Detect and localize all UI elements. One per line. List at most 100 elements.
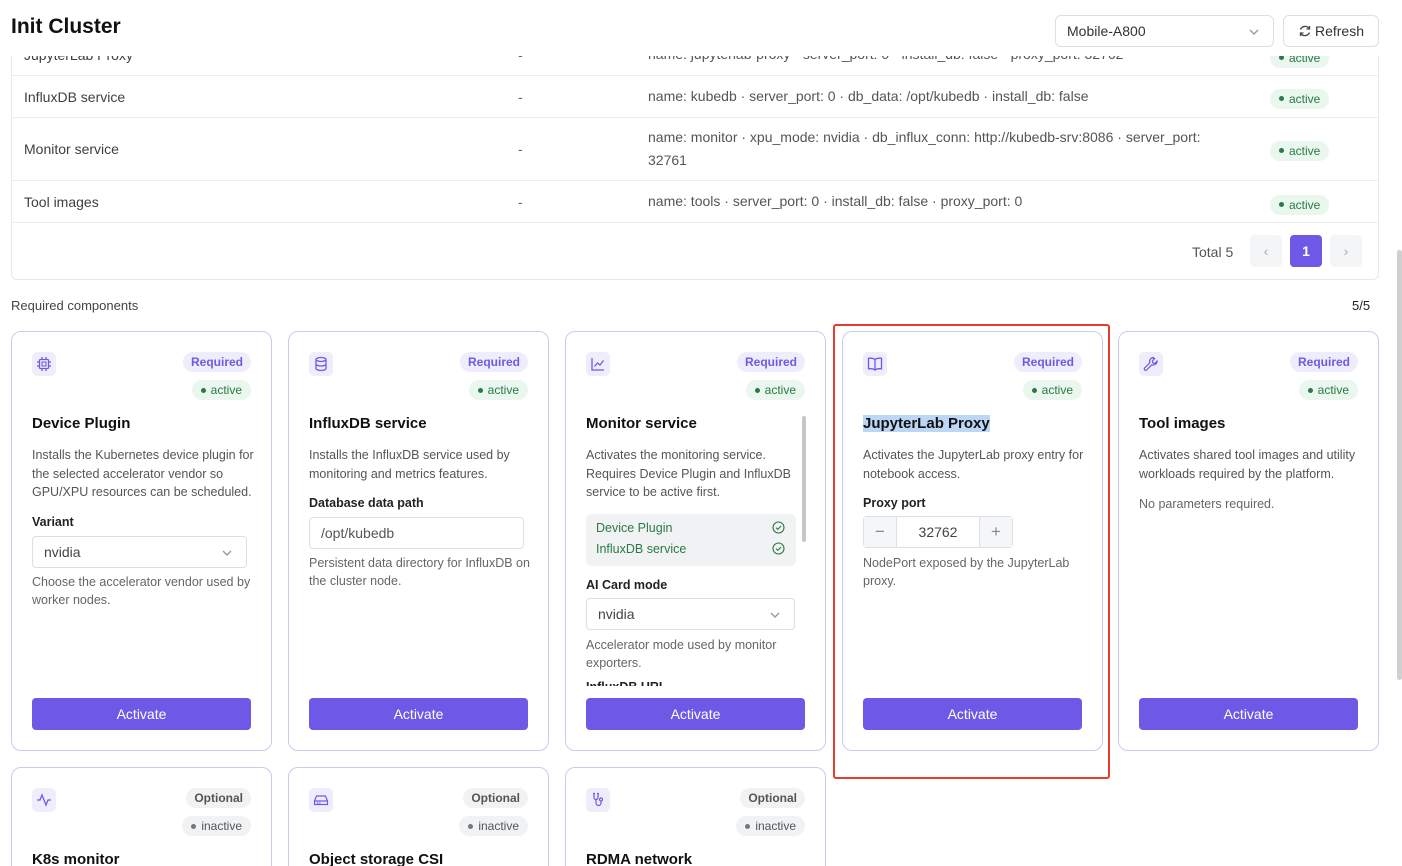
ai-card-mode-select[interactable]: nvidia (586, 598, 795, 630)
page-header: Init Cluster Mobile-A800 Refresh (0, 0, 1402, 56)
required-badge: Required (459, 352, 528, 372)
page-scrollbar[interactable] (1397, 250, 1402, 680)
refresh-label: Refresh (1314, 23, 1365, 39)
status-badge: inactive (459, 816, 528, 836)
status-badge: active (1298, 380, 1358, 400)
optional-badge: Optional (186, 788, 251, 808)
status-badge: inactive (182, 816, 251, 836)
card-rdma-network: Optional inactive RDMA network (565, 767, 826, 866)
wrench-icon (1139, 352, 1163, 376)
row-name: Tool images (24, 194, 99, 210)
activate-button[interactable]: Activate (1139, 698, 1358, 730)
activate-button[interactable]: Activate (309, 698, 528, 730)
next-page-button[interactable]: › (1330, 235, 1362, 267)
proxy-port-label: Proxy port (863, 496, 926, 510)
optional-badge: Optional (463, 788, 528, 808)
refresh-button[interactable]: Refresh (1283, 15, 1379, 47)
cluster-select[interactable]: Mobile-A800 (1055, 15, 1274, 47)
book-icon (863, 352, 887, 376)
card-title: Monitor service (586, 415, 697, 432)
variant-help: Choose the accelerator vendor used by wo… (32, 575, 251, 607)
status-badge: inactive (736, 816, 805, 836)
card-description: Activates shared tool images and utility… (1139, 448, 1356, 481)
ai-card-mode-help: Accelerator mode used by monitor exporte… (586, 638, 777, 670)
activate-button[interactable]: Activate (863, 698, 1082, 730)
card-scrollbar[interactable] (802, 416, 806, 542)
card-description: Activates the monitoring service. Requir… (586, 448, 791, 499)
required-badge: Required (736, 352, 805, 372)
row-params: name: monitor · xpu_mode: nvidia · db_in… (648, 129, 1201, 168)
influxdb-url-label: InfluxDB URL (586, 680, 667, 686)
variant-label: Variant (32, 515, 74, 529)
decrement-button[interactable]: − (864, 517, 896, 547)
status-badge: active (1022, 380, 1082, 400)
required-badge: Required (1013, 352, 1082, 372)
card-description: Installs the Kubernetes device plugin fo… (32, 448, 254, 499)
variant-select[interactable]: nvidia (32, 536, 247, 568)
status-badge: active (468, 380, 528, 400)
card-title: JupyterLab Proxy (863, 415, 990, 432)
variant-value: nvidia (44, 544, 81, 560)
components-table: JupyterLab Proxy - name: jupyterlab-prox… (11, 34, 1379, 280)
dependency-item: InfluxDB service (596, 542, 687, 556)
dependency-item: Device Plugin (596, 521, 673, 535)
card-influxdb-service: Required active InfluxDB service Install… (288, 331, 549, 751)
card-title: InfluxDB service (309, 415, 427, 432)
card-title: Device Plugin (32, 415, 131, 432)
storage-icon (309, 788, 333, 812)
pulse-icon (32, 788, 56, 812)
data-path-input[interactable] (309, 517, 524, 549)
data-path-help: Persistent data directory for InfluxDB o… (309, 556, 530, 588)
row-params: name: tools · server_port: 0 · install_d… (648, 193, 1023, 209)
increment-button[interactable]: + (980, 517, 1012, 547)
card-title: Object storage CSI (309, 851, 444, 866)
card-k8s-monitor: Optional inactive K8s monitor (11, 767, 272, 866)
card-monitor-service: Required active Monitor service Activate… (565, 331, 826, 751)
chevron-down-icon (770, 612, 780, 618)
table-row[interactable]: Monitor service - name: monitor · xpu_mo… (12, 118, 1378, 181)
row-name: InfluxDB service (24, 89, 126, 105)
card-title: K8s monitor (32, 851, 120, 866)
table-row[interactable]: Tool images - name: tools · server_port:… (12, 181, 1378, 223)
row-version: - (518, 141, 523, 157)
check-circle-icon (772, 542, 785, 555)
card-object-storage-csi: Optional inactive Object storage CSI (288, 767, 549, 866)
card-description: Installs the InfluxDB service used by mo… (309, 448, 510, 481)
prev-page-button[interactable]: ‹ (1250, 235, 1282, 267)
status-badge: active (1270, 140, 1330, 161)
activate-button[interactable]: Activate (586, 698, 805, 730)
chip-icon (32, 352, 56, 376)
chevron-down-icon (1249, 29, 1259, 35)
page-1-button[interactable]: 1 (1290, 235, 1322, 267)
card-title: Tool images (1139, 415, 1226, 432)
no-params-note: No parameters required. (1139, 497, 1275, 511)
status-badge: active (1270, 88, 1330, 109)
cluster-select-value: Mobile-A800 (1067, 23, 1146, 39)
activate-button[interactable]: Activate (32, 698, 251, 730)
proxy-port-stepper: − 32762 + (863, 516, 1013, 548)
data-path-label: Database data path (309, 496, 424, 510)
proxy-port-help: NodePort exposed by the JupyterLab proxy… (863, 556, 1070, 588)
card-jupyterlab-proxy: Required active JupyterLab Proxy Activat… (842, 331, 1103, 751)
pagination-total: Total 5 (1192, 244, 1234, 260)
row-version: - (518, 89, 523, 105)
chart-icon (586, 352, 610, 376)
status-badge: active (191, 380, 251, 400)
card-tool-images: Required active Tool images Activates sh… (1118, 331, 1379, 751)
check-circle-icon (772, 521, 785, 534)
required-badge: Required (1289, 352, 1358, 372)
database-icon (309, 352, 333, 376)
card-title: RDMA network (586, 851, 693, 866)
table-row[interactable]: InfluxDB service - name: kubedb · server… (12, 76, 1378, 118)
refresh-icon (1299, 25, 1311, 37)
card-description: Activates the JupyterLab proxy entry for… (863, 448, 1084, 481)
proxy-port-input[interactable]: 32762 (896, 517, 980, 547)
chevron-down-icon (222, 550, 232, 556)
ai-card-mode-label: AI Card mode (586, 578, 668, 592)
dependency-list: Device Plugin InfluxDB service (586, 514, 796, 566)
optional-badge: Optional (740, 788, 805, 808)
page-title: Init Cluster (11, 15, 121, 38)
row-name: Monitor service (24, 141, 119, 157)
section-count: 5/5 (1352, 298, 1371, 313)
card-device-plugin: Required active Device Plugin Installs t… (11, 331, 272, 751)
